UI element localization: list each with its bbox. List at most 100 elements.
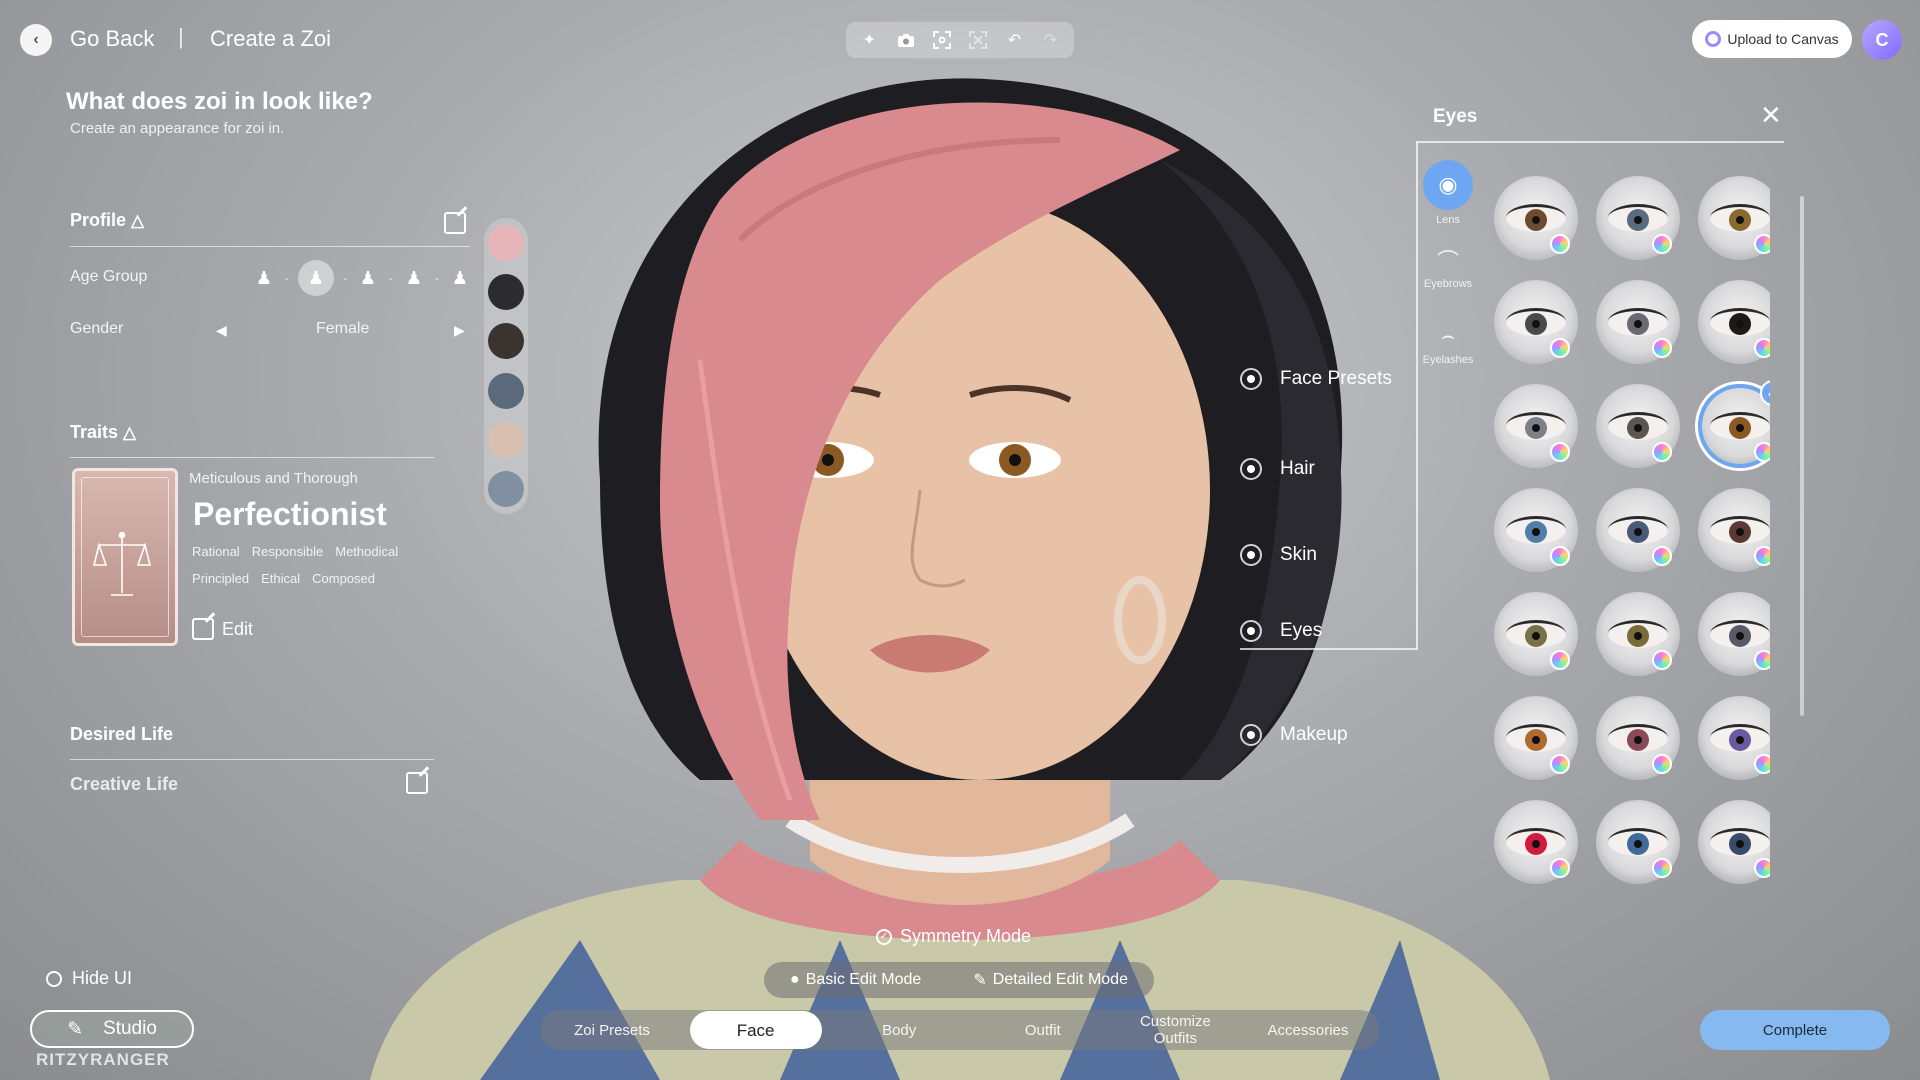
eye-iris bbox=[1525, 313, 1547, 335]
hide-ui-label: Hide UI bbox=[72, 968, 133, 988]
eye-lid bbox=[1608, 516, 1668, 544]
category-face-presets[interactable]: Face Presets bbox=[1240, 368, 1392, 390]
warning-icon: △ bbox=[123, 423, 137, 442]
color-wheel-icon[interactable] bbox=[1652, 650, 1672, 670]
complete-button[interactable]: Complete bbox=[1700, 1010, 1890, 1050]
color-wheel-icon[interactable] bbox=[1550, 858, 1570, 878]
eyes-scrollbar[interactable] bbox=[1800, 196, 1804, 716]
close-icon[interactable]: ✕ bbox=[1760, 100, 1782, 131]
lens-swatch[interactable]: ✓ bbox=[1698, 380, 1770, 468]
color-wheel-icon[interactable] bbox=[1754, 442, 1770, 462]
lens-swatch[interactable] bbox=[1596, 176, 1680, 260]
color-wheel-icon[interactable] bbox=[1754, 754, 1770, 774]
color-wheel-icon[interactable] bbox=[1550, 546, 1570, 566]
lens-swatch[interactable] bbox=[1698, 280, 1770, 364]
lens-swatch[interactable] bbox=[1494, 384, 1578, 468]
basic-edit-mode-button[interactable]: ● Basic Edit Mode bbox=[790, 971, 921, 989]
lens-swatch[interactable] bbox=[1596, 696, 1680, 780]
tab-accessories[interactable]: Accessories bbox=[1242, 1011, 1374, 1049]
category-hair[interactable]: Hair bbox=[1240, 458, 1315, 480]
lens-swatch[interactable] bbox=[1698, 176, 1770, 260]
lens-swatch[interactable] bbox=[1698, 488, 1770, 572]
color-wheel-icon[interactable] bbox=[1754, 546, 1770, 566]
eye-lid bbox=[1506, 204, 1566, 232]
lens-swatch[interactable] bbox=[1698, 592, 1770, 676]
user-avatar[interactable]: C bbox=[1862, 20, 1902, 60]
lens-swatch[interactable] bbox=[1698, 800, 1770, 884]
radio-icon bbox=[1240, 458, 1262, 480]
tab-outfit[interactable]: Outfit bbox=[977, 1011, 1109, 1049]
lens-swatch[interactable] bbox=[1596, 384, 1680, 468]
color-wheel-icon[interactable] bbox=[1550, 754, 1570, 774]
gender-prev-arrow-icon[interactable]: ◀ bbox=[216, 322, 227, 339]
frame-icon[interactable] bbox=[929, 27, 955, 53]
lens-swatch[interactable] bbox=[1494, 280, 1578, 364]
redo-icon[interactable]: ↷ bbox=[1038, 27, 1064, 53]
color-wheel-icon[interactable] bbox=[1652, 858, 1672, 878]
basic-label: Basic Edit Mode bbox=[805, 971, 922, 988]
lens-swatch[interactable] bbox=[1494, 592, 1578, 676]
lens-swatch[interactable] bbox=[1596, 800, 1680, 884]
color-wheel-icon[interactable] bbox=[1754, 650, 1770, 670]
color-wheel-icon[interactable] bbox=[1550, 442, 1570, 462]
trait-edit-button[interactable]: Edit bbox=[192, 618, 253, 640]
lens-icon: ◉ bbox=[1423, 160, 1473, 210]
color-wheel-icon[interactable] bbox=[1652, 234, 1672, 254]
color-wheel-icon[interactable] bbox=[1550, 650, 1570, 670]
back-button[interactable]: ‹ bbox=[20, 24, 52, 56]
eye-lid bbox=[1608, 724, 1668, 752]
camera-icon[interactable] bbox=[893, 27, 919, 53]
tab-face[interactable]: Face bbox=[689, 1011, 822, 1049]
color-wheel-icon[interactable] bbox=[1652, 338, 1672, 358]
eye-iris bbox=[1729, 209, 1751, 231]
lens-swatch[interactable] bbox=[1596, 280, 1680, 364]
eye-iris bbox=[1627, 209, 1649, 231]
category-label: Hair bbox=[1280, 458, 1315, 479]
age-teen-icon[interactable]: ♟ bbox=[298, 260, 334, 296]
color-wheel-icon[interactable] bbox=[1652, 754, 1672, 774]
go-back-link[interactable]: Go Back bbox=[70, 26, 154, 52]
trait-card-image[interactable] bbox=[72, 468, 178, 646]
grid-icon[interactable] bbox=[965, 27, 991, 53]
eyes-panel-title: Eyes bbox=[1433, 106, 1478, 127]
category-makeup[interactable]: Makeup bbox=[1240, 724, 1348, 746]
tab-body[interactable]: Body bbox=[833, 1011, 965, 1049]
symmetry-mode-toggle[interactable]: ✓ Symmetry Mode bbox=[876, 926, 1031, 947]
radio-icon bbox=[1240, 724, 1262, 746]
lens-swatch[interactable] bbox=[1494, 488, 1578, 572]
color-wheel-icon[interactable] bbox=[1754, 338, 1770, 358]
lens-swatch[interactable] bbox=[1698, 696, 1770, 780]
color-wheel-icon[interactable] bbox=[1550, 234, 1570, 254]
tab-customize-outfits[interactable]: Customize Outfits bbox=[1120, 1011, 1230, 1049]
category-eyes[interactable]: Eyes bbox=[1240, 620, 1322, 642]
sparkle-icon[interactable]: ✦ bbox=[856, 27, 882, 53]
profile-title: Profile △ bbox=[70, 210, 144, 231]
chevron-left-icon: ‹ bbox=[33, 31, 39, 48]
color-wheel-icon[interactable] bbox=[1652, 546, 1672, 566]
lens-swatch[interactable] bbox=[1494, 176, 1578, 260]
tab-lens[interactable]: ◉ Lens bbox=[1418, 160, 1478, 226]
lens-swatch[interactable] bbox=[1494, 800, 1578, 884]
studio-button[interactable]: ✎ Studio bbox=[30, 1010, 194, 1048]
lens-swatch[interactable] bbox=[1596, 488, 1680, 572]
undo-icon[interactable]: ↶ bbox=[1001, 27, 1027, 53]
eye-lid bbox=[1506, 412, 1566, 440]
tab-zoi-presets[interactable]: Zoi Presets bbox=[546, 1011, 678, 1049]
eye-iris bbox=[1729, 729, 1751, 751]
upload-to-canvas-button[interactable]: Upload to Canvas bbox=[1692, 20, 1852, 58]
color-wheel-icon[interactable] bbox=[1754, 858, 1770, 878]
hide-ui-toggle[interactable]: Hide UI bbox=[46, 968, 132, 989]
color-wheel-icon[interactable] bbox=[1754, 234, 1770, 254]
category-skin[interactable]: Skin bbox=[1240, 544, 1317, 566]
eye-iris bbox=[1729, 313, 1751, 335]
detailed-edit-mode-button[interactable]: ✎ Detailed Edit Mode bbox=[973, 970, 1128, 990]
color-wheel-icon[interactable] bbox=[1550, 338, 1570, 358]
eye-lid bbox=[1710, 516, 1770, 544]
age-child-icon[interactable]: ♟ bbox=[252, 268, 276, 289]
color-wheel-icon[interactable] bbox=[1652, 442, 1672, 462]
eyelash-icon: ⌢ bbox=[1440, 323, 1456, 348]
tab-eyelashes[interactable]: ⌢ Eyelashes bbox=[1418, 322, 1478, 366]
tab-eyebrows[interactable]: ⌒ Eyebrows bbox=[1418, 246, 1478, 290]
lens-swatch[interactable] bbox=[1494, 696, 1578, 780]
lens-swatch[interactable] bbox=[1596, 592, 1680, 676]
